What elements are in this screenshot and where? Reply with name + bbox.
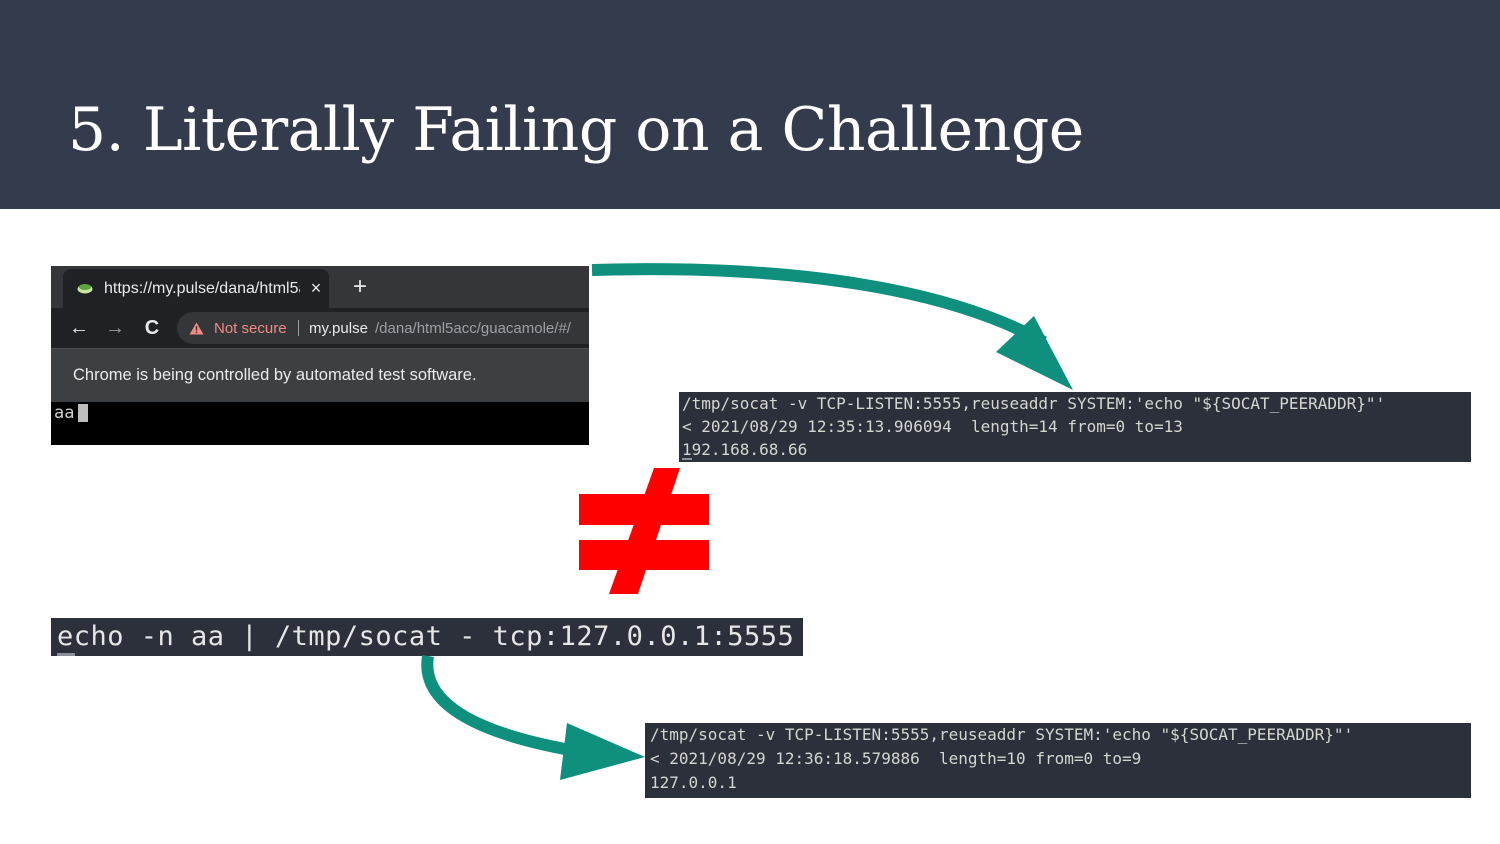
close-icon[interactable]: ×	[307, 277, 325, 299]
command-text: echo -n aa | /tmp/socat - tcp:127.0.0.1:…	[57, 621, 795, 652]
terminal-line: 127.0.0.1	[650, 773, 737, 792]
back-arrow-icon[interactable]: ←	[67, 316, 91, 340]
favicon-icon	[77, 284, 93, 294]
page-content[interactable]: aa	[51, 402, 589, 445]
terminal-output-top: /tmp/socat -v TCP-LISTEN:5555,reuseaddr …	[679, 392, 1471, 462]
typed-text: aa	[54, 403, 75, 423]
url-path: /dana/html5acc/guacamole/#/	[375, 320, 571, 337]
browser-tab[interactable]: https://my.pulse/dana/html5acc/guacamole…	[63, 269, 329, 308]
arrow-icon	[421, 655, 645, 780]
slide-title: 5. Literally Failing on a Challenge	[68, 95, 1084, 165]
terminal-line: /tmp/socat -v TCP-LISTEN:5555,reuseaddr …	[650, 725, 1354, 744]
terminal-cursor	[682, 458, 692, 460]
terminal-line: 192.168.68.66	[682, 440, 808, 459]
infobar-message: Chrome is being controlled by automated …	[73, 366, 477, 384]
terminal-line: < 2021/08/29 12:35:13.906094 length=14 f…	[682, 417, 1183, 436]
arrow-icon	[591, 263, 1073, 390]
command-line: echo -n aa | /tmp/socat - tcp:127.0.0.1:…	[51, 618, 803, 656]
browser-toolbar: ← → C Not secure my.pulse /dana/html5acc…	[51, 308, 589, 348]
plus-icon[interactable]: +	[349, 275, 371, 299]
warning-icon	[189, 322, 204, 335]
text-cursor	[78, 404, 88, 422]
reload-icon[interactable]: C	[140, 316, 164, 340]
security-label: Not secure	[214, 320, 287, 337]
omnibox-divider	[298, 320, 299, 336]
terminal-output-bottom: /tmp/socat -v TCP-LISTEN:5555,reuseaddr …	[645, 723, 1471, 798]
slide-header: 5. Literally Failing on a Challenge	[0, 0, 1500, 209]
forward-arrow-icon[interactable]: →	[103, 316, 127, 340]
terminal-line: < 2021/08/29 12:36:18.579886 length=10 f…	[650, 749, 1142, 768]
url-host: my.pulse	[309, 320, 368, 337]
tab-title: https://my.pulse/dana/html5acc/guacamole…	[104, 280, 300, 297]
browser-screenshot: https://my.pulse/dana/html5acc/guacamole…	[51, 266, 589, 445]
terminal-cursor	[57, 653, 75, 656]
tab-strip: https://my.pulse/dana/html5acc/guacamole…	[51, 266, 589, 308]
address-bar[interactable]: Not secure my.pulse /dana/html5acc/guaca…	[177, 312, 589, 344]
terminal-line: /tmp/socat -v TCP-LISTEN:5555,reuseaddr …	[682, 394, 1386, 413]
not-equal-icon	[579, 468, 709, 594]
automation-infobar: Chrome is being controlled by automated …	[51, 348, 589, 402]
